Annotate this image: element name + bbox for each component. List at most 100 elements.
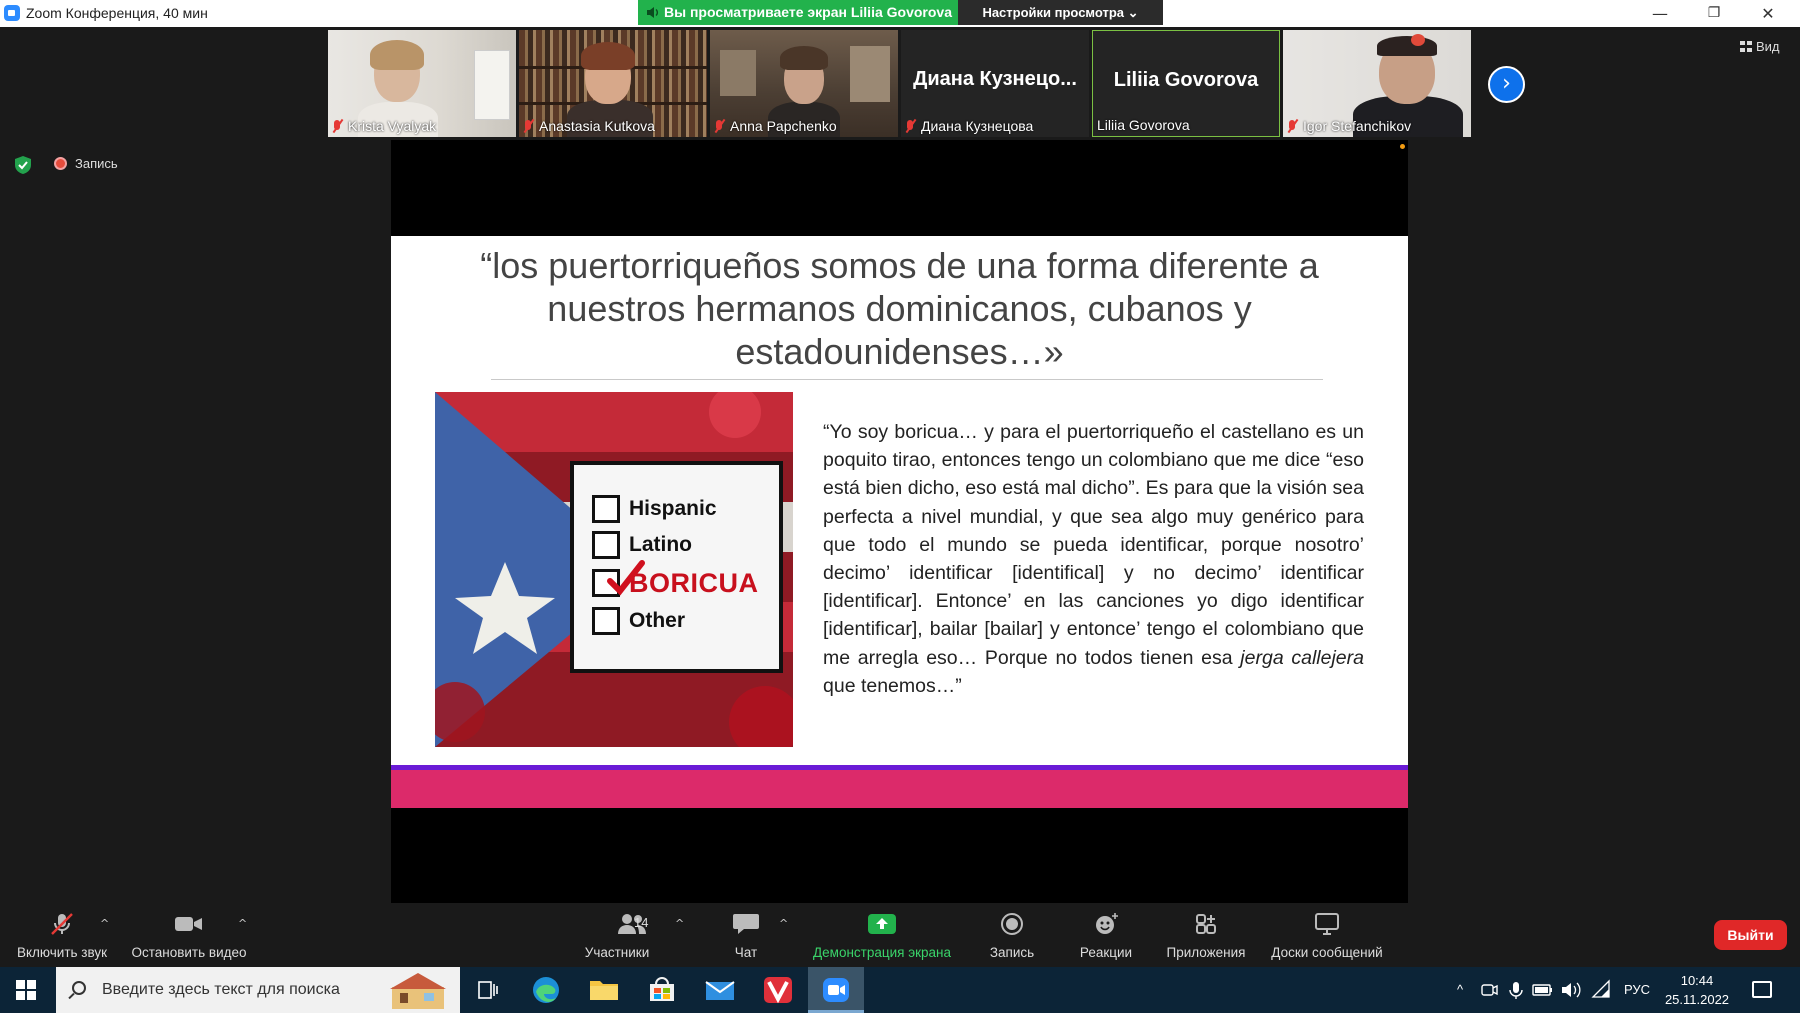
- reactions-button[interactable]: Реакции: [1066, 903, 1146, 967]
- participant-name: Liliia Govorova: [1097, 117, 1190, 133]
- close-button[interactable]: ✕: [1741, 0, 1795, 27]
- slide-divider: [491, 379, 1323, 380]
- zoom-taskbar-icon[interactable]: [808, 967, 864, 1013]
- stop-video-button[interactable]: Остановить видео: [124, 903, 254, 967]
- search-highlight-illustration-icon: [390, 973, 446, 1009]
- view-options-label: Настройки просмотра: [982, 5, 1125, 20]
- minimize-button[interactable]: —: [1633, 0, 1687, 27]
- microsoft-store-icon[interactable]: [634, 967, 690, 1013]
- participant-tile-active-speaker[interactable]: Liliia Govorova Liliia Govorova: [1092, 30, 1280, 137]
- mic-muted-icon: [51, 913, 73, 935]
- participant-tile[interactable]: Igor Stefanchikov: [1283, 30, 1471, 137]
- participants-options-caret[interactable]: ^: [675, 917, 684, 930]
- microphone-icon[interactable]: [1506, 967, 1526, 1013]
- window-titlebar: Zoom Конференция, 40 мин Вы просматривае…: [0, 0, 1800, 27]
- file-explorer-icon[interactable]: [576, 967, 632, 1013]
- checkbox-option: Latino: [592, 531, 692, 559]
- red-checkmark-icon: [607, 560, 645, 596]
- slide-footer-bar: [391, 770, 1408, 808]
- share-screen-button[interactable]: Демонстрация экрана: [800, 903, 964, 967]
- video-options-caret[interactable]: ^: [238, 917, 247, 930]
- participant-name: Anna Papchenko: [730, 118, 837, 134]
- wifi-icon[interactable]: [1590, 967, 1612, 1013]
- whiteboards-button[interactable]: Доски сообщений: [1262, 903, 1392, 967]
- whiteboard-icon: [1315, 913, 1339, 935]
- checkbox-square: [592, 495, 620, 523]
- notification-center-icon[interactable]: [1752, 981, 1772, 998]
- checkbox-option: Other: [592, 607, 685, 635]
- checkbox-square: [592, 607, 620, 635]
- participant-tile[interactable]: Диана Кузнецо... Диана Кузнецова: [901, 30, 1089, 137]
- checkbox-card: Hispanic Latino BORICUA Other: [570, 461, 783, 673]
- clock-time: 10:44: [1680, 973, 1714, 988]
- vivaldi-browser-icon[interactable]: [750, 967, 806, 1013]
- unmute-button[interactable]: Включить звук: [6, 903, 118, 967]
- participant-tile[interactable]: Krista Vyalyak: [328, 30, 516, 137]
- clock-date: 25.11.2022: [1664, 992, 1730, 1007]
- shield-icon[interactable]: [15, 156, 31, 174]
- leave-meeting-button[interactable]: Выйти: [1714, 920, 1787, 950]
- chevron-right-icon: ›: [1502, 71, 1511, 96]
- screen-share-banner: Вы просматриваете экран Liliia Govorova: [638, 0, 958, 25]
- chevron-down-icon: ⌄: [1127, 5, 1139, 20]
- view-layout-button[interactable]: Вид: [1740, 39, 1780, 54]
- mic-muted-icon: [714, 120, 724, 133]
- checkbox-square: [592, 531, 620, 559]
- restore-button[interactable]: ❐: [1687, 0, 1741, 27]
- chat-button[interactable]: Чат: [716, 903, 776, 967]
- window-title: Zoom Конференция, 40 мин: [26, 5, 208, 21]
- edge-browser-icon[interactable]: [518, 967, 574, 1013]
- speaker-icon: [647, 7, 658, 18]
- input-language-indicator[interactable]: РУС: [1624, 967, 1654, 1013]
- participant-tile[interactable]: Anastasia Kutkova: [519, 30, 707, 137]
- recording-indicator[interactable]: Запись: [54, 156, 118, 172]
- meet-now-icon[interactable]: [1480, 967, 1500, 1013]
- checkbox-label: Other: [629, 609, 686, 632]
- battery-icon[interactable]: [1532, 967, 1554, 1013]
- view-layout-label: Вид: [1756, 39, 1780, 54]
- taskbar-clock[interactable]: 10:44 25.11.2022: [1656, 971, 1738, 1009]
- apps-icon: [1196, 914, 1216, 934]
- video-camera-icon: [175, 917, 202, 931]
- show-hidden-icons-chevron-icon[interactable]: ^: [1450, 967, 1470, 1013]
- chat-options-caret[interactable]: ^: [779, 917, 788, 930]
- slide-title: “los puertorriqueños somos de una forma …: [480, 245, 1319, 372]
- apps-button[interactable]: Приложения: [1156, 903, 1256, 967]
- chat-label: Чат: [734, 945, 758, 960]
- presentation-slide: “los puertorriqueños somos de una forma …: [391, 236, 1408, 765]
- checkbox-option: Hispanic: [592, 495, 717, 523]
- participant-name: Anastasia Kutkova: [539, 118, 655, 134]
- meeting-toolbar: Включить звук ^ Остановить видео ^ 14 Уч…: [0, 903, 1800, 967]
- participants-label: Участники: [584, 945, 650, 960]
- participant-tile[interactable]: Anna Papchenko: [710, 30, 898, 137]
- mail-icon[interactable]: [692, 967, 748, 1013]
- annotation-dot: [1400, 144, 1405, 149]
- smiley-icon: [1096, 913, 1118, 934]
- next-page-button[interactable]: ›: [1488, 66, 1525, 103]
- record-button[interactable]: Запись: [972, 903, 1052, 967]
- record-dot-icon: [54, 157, 67, 170]
- taskbar-search-box[interactable]: Введите здесь текст для поиска: [56, 967, 460, 1013]
- unmute-label: Включить звук: [16, 945, 108, 960]
- task-view-icon[interactable]: [460, 967, 516, 1013]
- checkbox-label: BORICUA: [629, 568, 759, 598]
- mic-muted-icon: [1287, 120, 1297, 133]
- participant-name: Igor Stefanchikov: [1303, 118, 1412, 134]
- view-options-dropdown[interactable]: Настройки просмотра ⌄: [958, 0, 1163, 25]
- recording-label: Запись: [75, 156, 118, 171]
- stop-video-label: Остановить видео: [131, 945, 247, 960]
- quote-italic-text: jerga callejera: [1240, 646, 1364, 669]
- volume-icon[interactable]: [1560, 967, 1582, 1013]
- quote-text-end: que tenemos…”: [823, 674, 962, 697]
- record-label: Запись: [989, 945, 1035, 960]
- windows-start-icon[interactable]: [16, 980, 36, 1000]
- participant-name: Диана Кузнецова: [921, 118, 1034, 134]
- share-screen-icon: [868, 914, 896, 934]
- audio-options-caret[interactable]: ^: [100, 917, 109, 930]
- checkbox-label: Hispanic: [629, 497, 717, 520]
- participant-name: Krista Vyalyak: [348, 118, 437, 134]
- windows-taskbar: Введите здесь текст для поиска ^ РУС 10:…: [0, 967, 1800, 1013]
- whiteboards-label: Доски сообщений: [1271, 945, 1383, 960]
- participants-button[interactable]: 14 Участники: [572, 903, 662, 967]
- share-screen-label: Демонстрация экрана: [813, 945, 951, 960]
